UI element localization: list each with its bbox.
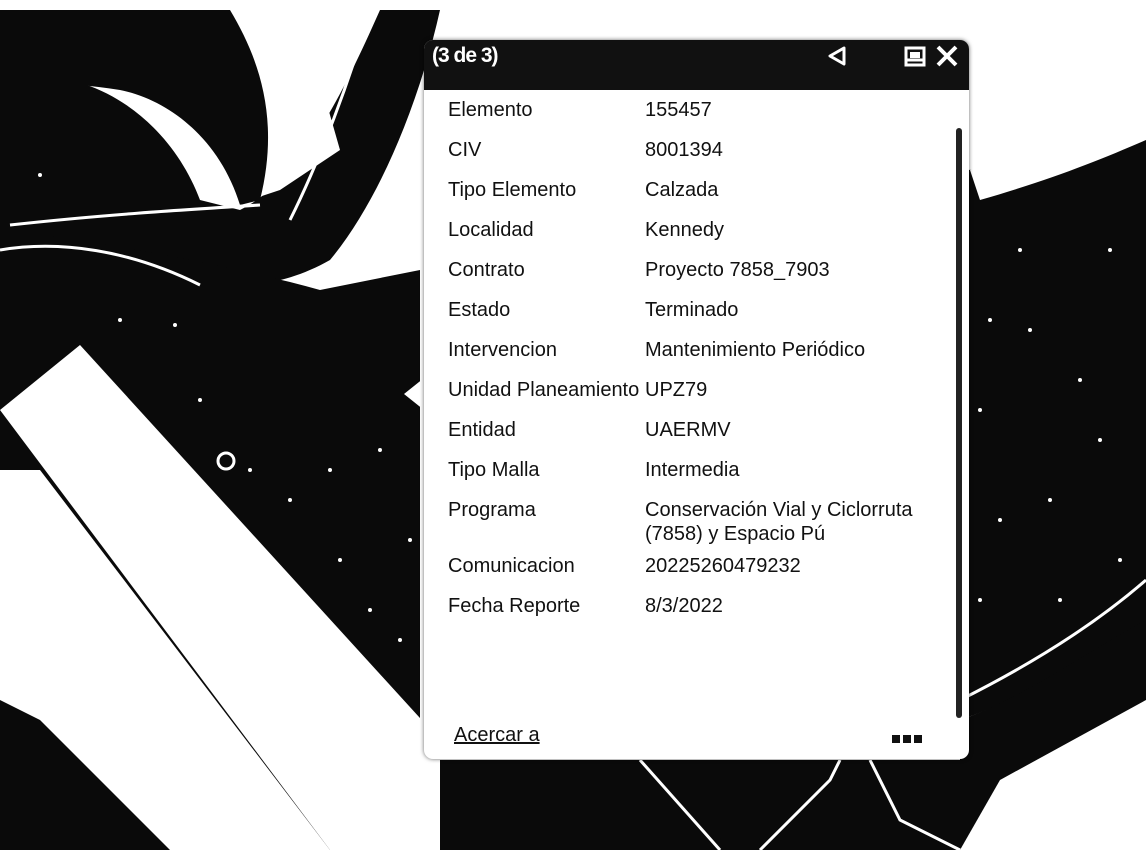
attribute-label: Intervencion	[448, 339, 557, 361]
attribute-label: Programa	[448, 499, 536, 521]
attribute-label: Localidad	[448, 219, 534, 241]
attribute-value: Calzada	[645, 179, 719, 201]
triangle-left-icon[interactable]	[824, 43, 850, 69]
feature-info-popup: (3 de 3) Elemento 155457 CIV 8001394 Tipo …	[424, 40, 969, 759]
popup-pointer	[404, 378, 424, 410]
attribute-row-unidad-planeamiento: Unidad Planeamiento UPZ79	[448, 370, 940, 410]
attribute-row-estado: Estado Terminado	[448, 290, 940, 330]
attribute-value: Proyecto 7858_7903	[645, 259, 830, 281]
attribute-row-programa: Programa Conservación Vial y Ciclorruta (…	[448, 490, 940, 546]
attribute-value: Terminado	[645, 299, 739, 321]
attribute-value: Kennedy	[645, 219, 724, 241]
attribute-row-tipo-elemento: Tipo Elemento Calzada	[448, 170, 940, 210]
close-x-icon[interactable]	[934, 43, 960, 69]
attribute-row-civ: CIV 8001394	[448, 130, 940, 170]
attribute-row-contrato: Contrato Proyecto 7858_7903	[448, 250, 940, 290]
attribute-label: Contrato	[448, 259, 525, 281]
attribute-label: Entidad	[448, 419, 516, 441]
attribute-row-entidad: Entidad UAERMV	[448, 410, 940, 450]
attribute-value: 155457	[645, 99, 712, 121]
dock-icon[interactable]	[902, 43, 928, 69]
attribute-row-intervencion: Intervencion Mantenimiento Periódico	[448, 330, 940, 370]
popup-scrollbar[interactable]	[956, 128, 962, 718]
more-dots-icon[interactable]	[892, 730, 928, 743]
attribute-label: Estado	[448, 299, 511, 321]
attribute-label: Unidad Planeamiento	[448, 379, 640, 401]
attribute-value: Conservación Vial y Ciclorruta (7858) y …	[645, 499, 913, 545]
attribute-label: Elemento	[448, 99, 533, 121]
zoom-to-link[interactable]: Acercar a	[454, 724, 540, 747]
attribute-row-elemento: Elemento 155457	[448, 90, 940, 130]
attribute-row-comunicacion: Comunicacion 20225260479232	[448, 546, 940, 586]
attribute-table: Elemento 155457 CIV 8001394 Tipo Elemento C…	[448, 90, 940, 626]
attribute-label: Tipo Elemento	[448, 179, 577, 201]
attribute-value: 8001394	[645, 139, 723, 161]
attribute-row-fecha-reporte: Fecha Reporte 8/3/2022	[448, 586, 940, 626]
attribute-label: Tipo Malla	[448, 459, 540, 481]
attribute-label: Comunicacion	[448, 555, 575, 577]
attribute-label: CIV	[448, 139, 482, 161]
attribute-value: Mantenimiento Periódico	[645, 339, 866, 361]
attribute-value: UAERMV	[645, 419, 731, 441]
attribute-row-localidad: Localidad Kennedy	[448, 210, 940, 250]
attribute-value: 20225260479232	[645, 555, 801, 577]
attribute-label: Fecha Reporte	[448, 595, 581, 617]
feature-counter: (3 de 3)	[432, 44, 499, 67]
attribute-value: UPZ79	[645, 379, 708, 401]
attribute-row-tipo-malla: Tipo Malla Intermedia	[448, 450, 940, 490]
attribute-value: 8/3/2022	[645, 595, 723, 617]
popup-header: (3 de 3)	[424, 40, 969, 90]
attribute-value: Intermedia	[645, 459, 740, 481]
